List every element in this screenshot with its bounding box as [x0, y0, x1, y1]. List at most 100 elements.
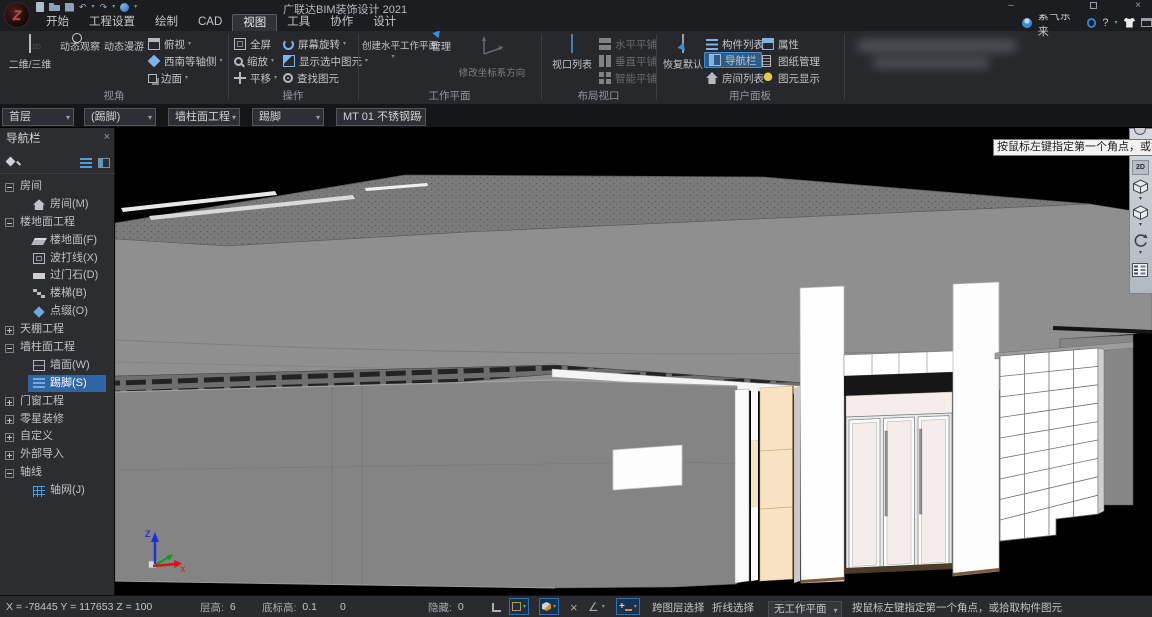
- tree-group-room[interactable]: 房间: [0, 178, 115, 196]
- entrance-pillar-right[interactable]: [953, 282, 999, 576]
- cream-panel[interactable]: [751, 440, 758, 507]
- rotate-view-icon[interactable]: [1132, 233, 1149, 249]
- expand-icon[interactable]: [5, 433, 14, 442]
- maximize-button[interactable]: [1084, 0, 1102, 13]
- redo-caret-icon[interactable]: ▾: [112, 2, 115, 12]
- list-view-icon[interactable]: [80, 158, 92, 168]
- close-button[interactable]: ×: [1129, 0, 1147, 12]
- nav-2d-button[interactable]: 2D: [1132, 160, 1149, 175]
- view-sphere-icon[interactable]: [1134, 128, 1146, 135]
- btn-orbit[interactable]: 动态观察: [58, 35, 102, 53]
- tree-group-axis[interactable]: 轴线: [0, 464, 115, 482]
- panel-strip[interactable]: [751, 389, 758, 442]
- cross-layer-select-button[interactable]: 跨图层选择: [652, 596, 705, 617]
- cloud-sync-icon[interactable]: [120, 3, 129, 12]
- tile-wall-grid[interactable]: [1000, 348, 1104, 541]
- category-select[interactable]: 墙柱面工程: [168, 108, 240, 126]
- undo-icon[interactable]: ↶: [79, 2, 87, 12]
- minimize-button[interactable]: –: [1002, 0, 1020, 12]
- panel-side-strip[interactable]: [794, 386, 800, 583]
- collapse-icon[interactable]: [5, 469, 14, 478]
- subtype-select[interactable]: 踢脚: [252, 108, 324, 126]
- expand-icon[interactable]: [5, 326, 14, 335]
- tab-view[interactable]: 视图: [232, 14, 277, 31]
- tree-group-door-window-works[interactable]: 门窗工程: [0, 393, 115, 411]
- disable-snap-button[interactable]: ×: [570, 596, 578, 617]
- tree-item-wall-face[interactable]: 墙面(W): [0, 357, 115, 375]
- polyline-select-button[interactable]: 折线选择: [712, 596, 754, 617]
- btn-restore-default[interactable]: 恢复默认: [660, 35, 706, 71]
- tree-group-external-import[interactable]: 外部导入: [0, 446, 115, 464]
- tree-item-axis-grid[interactable]: 轴网(J): [0, 482, 115, 500]
- tree-item-room[interactable]: 房间(M): [0, 196, 115, 214]
- part-select[interactable]: (踢脚): [84, 108, 156, 126]
- sidebar-close-icon[interactable]: ×: [104, 130, 110, 144]
- tree-group-ceiling-works[interactable]: 天棚工程: [0, 321, 115, 339]
- entrance-doors[interactable]: [849, 416, 949, 570]
- tree-item-door-stone[interactable]: 过门石(D): [0, 267, 115, 285]
- btn-room-list[interactable]: 房间列表: [706, 71, 764, 85]
- tree-item-skirting-selected[interactable]: 踢脚(S): [0, 375, 115, 393]
- help-button[interactable]: ?: [1102, 17, 1108, 29]
- btn-viewport-list[interactable]: 视口列表: [549, 35, 595, 71]
- panel-strip[interactable]: [751, 506, 758, 581]
- tab-start[interactable]: 开始: [36, 14, 79, 31]
- redo-icon[interactable]: ↷: [100, 2, 108, 12]
- btn-sw-isometric[interactable]: 西南等轴侧▾: [148, 54, 223, 68]
- tree-item-stair[interactable]: 楼梯(B): [0, 285, 115, 303]
- btn-find-element[interactable]: 查找图元: [283, 71, 339, 85]
- save-icon[interactable]: [65, 3, 74, 12]
- theme-skin-icon[interactable]: [1124, 18, 1136, 28]
- btn-screen-rotate[interactable]: 屏幕旋转▾: [283, 37, 346, 51]
- btn-create-horizontal-workplane[interactable]: 创建水平工作平面 ▾: [362, 35, 424, 62]
- workspace-panel-icon[interactable]: [1141, 18, 1152, 27]
- btn-sheet-manage[interactable]: 图纸管理: [762, 54, 820, 68]
- btn-edge-face[interactable]: 边面▾: [148, 71, 188, 85]
- entrance-pillar-left[interactable]: [800, 286, 844, 583]
- tree-group-misc-decoration[interactable]: 零星装修: [0, 411, 115, 429]
- expand-icon[interactable]: [5, 415, 14, 424]
- tab-cad[interactable]: CAD: [188, 14, 232, 31]
- tab-project-settings[interactable]: 工程设置: [79, 14, 145, 31]
- tree-item-border-line[interactable]: 波打线(X): [0, 250, 115, 268]
- tracking-toggle[interactable]: +▾: [616, 598, 640, 615]
- collapse-icon[interactable]: [5, 183, 14, 192]
- shaded-cube-icon[interactable]: [1132, 205, 1149, 221]
- sync-status-icon[interactable]: [1087, 18, 1097, 28]
- tab-draw[interactable]: 绘制: [145, 14, 188, 31]
- expand-icon[interactable]: [5, 451, 14, 460]
- workplane-select[interactable]: 无工作平面: [768, 601, 842, 617]
- tree-group-custom[interactable]: 自定义: [0, 428, 115, 446]
- btn-walkthrough[interactable]: 动态漫游: [102, 35, 146, 53]
- account-area[interactable]: 紫气东来 ? ▾: [1022, 15, 1152, 30]
- customize-caret-icon[interactable]: ▾: [134, 2, 137, 12]
- angle-snap-button[interactable]: ∠▾: [588, 596, 605, 617]
- btn-navbar-toggle[interactable]: 导航栏: [704, 52, 762, 68]
- 3d-snap-toggle[interactable]: ▾: [539, 598, 559, 615]
- btn-properties[interactable]: 属性: [762, 37, 799, 51]
- wall-opening[interactable]: [613, 445, 682, 490]
- viewport-list-panel-icon[interactable]: [1132, 263, 1148, 277]
- btn-manage-workplane[interactable]: 管理: [424, 35, 458, 53]
- building-model[interactable]: Z X: [115, 175, 1152, 588]
- 3d-viewport[interactable]: Z X 2D ▾ ▾ ▾ 按鼠标左键指定第一个角点，或拾取构件图元: [115, 128, 1152, 595]
- pin-icon[interactable]: [6, 157, 16, 167]
- cream-panel-column[interactable]: [760, 386, 793, 581]
- storey-select[interactable]: 首层: [2, 108, 74, 126]
- cube-dropdown-caret[interactable]: ▾: [1132, 195, 1149, 202]
- expand-icon[interactable]: [5, 397, 14, 406]
- collapse-icon[interactable]: [5, 218, 14, 227]
- app-logo[interactable]: Z: [4, 2, 30, 28]
- btn-full-screen[interactable]: 全屏: [234, 37, 271, 51]
- selection-box-toggle[interactable]: ▾: [509, 598, 529, 615]
- btn-top-view[interactable]: 俯视▾: [148, 37, 191, 51]
- tree-group-floor-works[interactable]: 楼地面工程: [0, 214, 115, 232]
- tree-group-wall-works[interactable]: 墙柱面工程: [0, 339, 115, 357]
- btn-2d3d[interactable]: 2D 二维/三维: [4, 35, 56, 71]
- new-file-icon[interactable]: [36, 2, 44, 12]
- panel-view-icon[interactable]: [98, 158, 110, 168]
- btn-show-selected[interactable]: 显示选中图元▾: [283, 54, 368, 68]
- cube2-dropdown-caret[interactable]: ▾: [1132, 221, 1149, 228]
- material-select[interactable]: MT 01 不锈钢踢: [336, 108, 426, 126]
- help-caret-icon[interactable]: ▾: [1115, 18, 1118, 28]
